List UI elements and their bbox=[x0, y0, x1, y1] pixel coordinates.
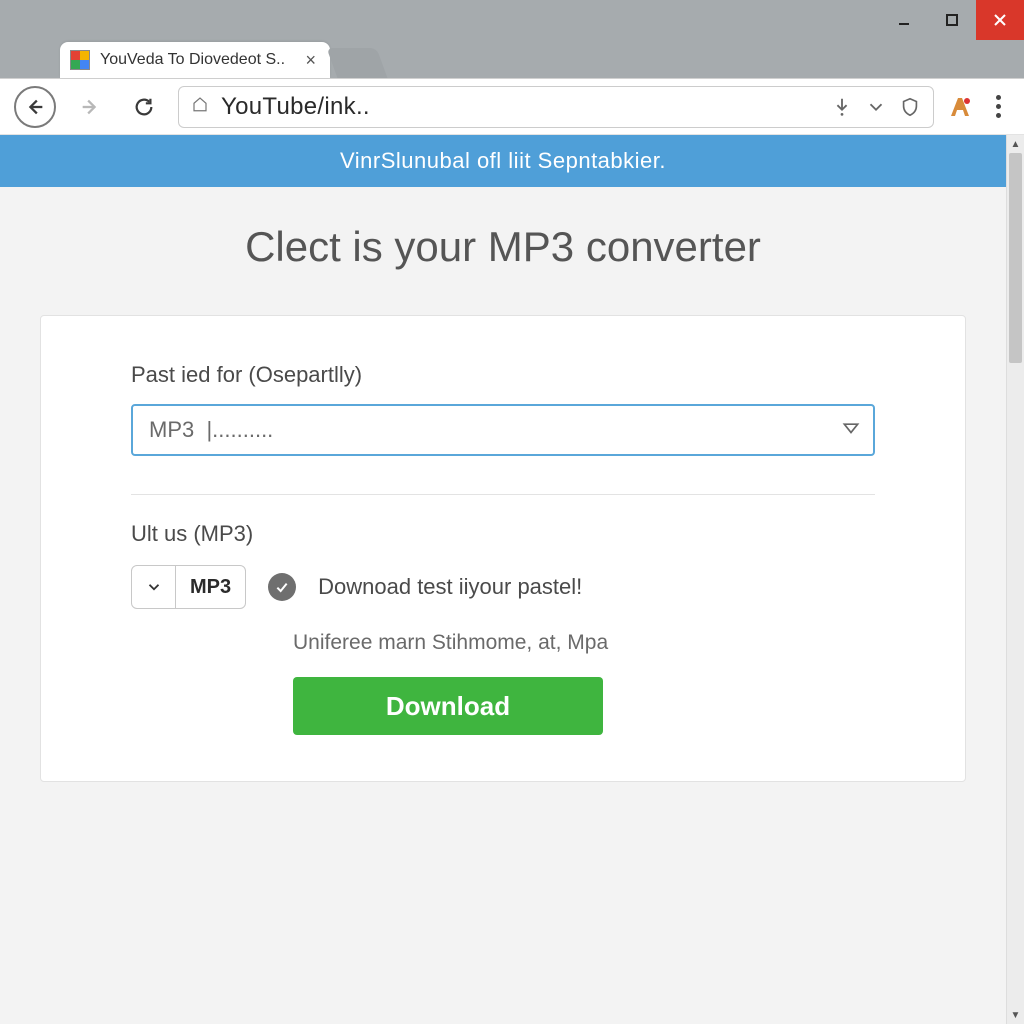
reload-button[interactable] bbox=[124, 87, 164, 127]
kebab-menu-icon[interactable] bbox=[986, 95, 1010, 118]
minimize-button[interactable] bbox=[880, 0, 928, 40]
address-bar[interactable]: YouTube/ink.. bbox=[178, 86, 934, 128]
vertical-scrollbar[interactable]: ▲ ▼ bbox=[1006, 135, 1024, 1024]
input-dropdown-icon[interactable] bbox=[841, 418, 861, 443]
tab-close-icon[interactable]: × bbox=[305, 50, 316, 71]
converter-card: Past ied for (Osepartlly) Ult us (MP3) M… bbox=[40, 315, 966, 782]
scroll-up-icon[interactable]: ▲ bbox=[1007, 135, 1024, 153]
url-field-label: Past ied for (Osepartlly) bbox=[131, 362, 875, 388]
banner-text: VinrSlunubal ofl liit Sepntabkier. bbox=[340, 148, 666, 174]
close-button[interactable] bbox=[976, 0, 1024, 40]
maximize-button[interactable] bbox=[928, 0, 976, 40]
format-field-label: Ult us (MP3) bbox=[131, 521, 875, 547]
sub-note: Uniferee marn Stihmome, at, Mpa bbox=[293, 631, 875, 655]
download-button[interactable]: Download bbox=[293, 677, 603, 735]
scroll-track[interactable] bbox=[1007, 153, 1024, 1006]
top-banner: VinrSlunubal ofl liit Sepntabkier. bbox=[0, 135, 1006, 187]
extension-icon[interactable] bbox=[948, 95, 972, 119]
url-input[interactable] bbox=[131, 404, 875, 456]
new-tab-button[interactable] bbox=[327, 48, 388, 78]
site-info-icon[interactable] bbox=[191, 94, 209, 119]
addr-chevron-icon[interactable] bbox=[865, 96, 887, 118]
tab-strip: YouVeda To Diovedeot S.. × bbox=[0, 40, 1024, 78]
favicon-icon bbox=[70, 50, 90, 70]
back-button[interactable] bbox=[14, 86, 56, 128]
download-indicator-icon[interactable] bbox=[831, 96, 853, 118]
browser-toolbar: YouTube/ink.. bbox=[0, 79, 1024, 135]
divider bbox=[131, 494, 875, 495]
browser-frame: YouTube/ink.. VinrSlunubal ofl liit Sepn… bbox=[0, 78, 1024, 1024]
forward-button[interactable] bbox=[70, 87, 110, 127]
shield-icon[interactable] bbox=[899, 96, 921, 118]
scroll-down-icon[interactable]: ▼ bbox=[1007, 1006, 1024, 1024]
check-icon bbox=[268, 573, 296, 601]
page-viewport: VinrSlunubal ofl liit Sepntabkier. Clect… bbox=[0, 135, 1024, 1024]
url-text: YouTube/ink.. bbox=[221, 93, 819, 121]
scroll-thumb[interactable] bbox=[1009, 153, 1022, 363]
chevron-down-icon bbox=[132, 566, 176, 608]
tab-title: YouVeda To Diovedeot S.. bbox=[100, 51, 295, 69]
format-select[interactable]: MP3 bbox=[131, 565, 246, 609]
format-value: MP3 bbox=[176, 566, 245, 608]
window-titlebar bbox=[0, 0, 1024, 40]
browser-tab[interactable]: YouVeda To Diovedeot S.. × bbox=[60, 42, 330, 78]
status-text: Downoad test iiyour pastel! bbox=[318, 574, 582, 600]
page-title: Clect is your MP3 converter bbox=[40, 223, 966, 271]
